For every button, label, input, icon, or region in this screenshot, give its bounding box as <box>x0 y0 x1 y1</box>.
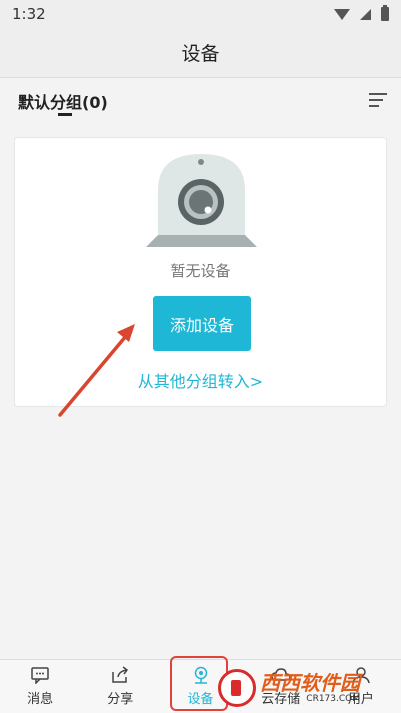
page-title: 设备 <box>181 43 220 65</box>
group-bar: 默认分组(0) <box>0 78 401 123</box>
group-menu-icon[interactable] <box>369 92 387 108</box>
watermark-text: 西西软件园 CR173.COM <box>260 673 360 704</box>
empty-message: 暂无设备 <box>170 262 231 280</box>
share-icon <box>112 666 129 683</box>
annotation-arrow <box>58 324 135 417</box>
page-title-bar: 设备 <box>0 28 401 78</box>
signal-icon <box>360 8 371 20</box>
tab-messages-label: 消息 <box>27 692 54 707</box>
group-tab-default[interactable]: 默认分组(0) <box>18 89 108 113</box>
camera-icon <box>146 154 257 247</box>
status-icons <box>334 5 389 21</box>
site-watermark: 西西软件园 CR173.COM <box>218 668 390 708</box>
battery-icon <box>381 5 389 21</box>
watermark-main-text: 西西软件园 <box>260 670 360 695</box>
watermark-sub-text: CR173.COM <box>306 693 360 704</box>
watermark-logo-icon <box>218 669 256 707</box>
wifi-icon <box>334 8 350 20</box>
tab-share-label: 分享 <box>107 692 134 707</box>
status-bar: 1:32 <box>0 0 401 28</box>
message-icon <box>31 667 49 684</box>
add-device-button[interactable]: 添加设备 <box>153 296 251 351</box>
tab-messages[interactable]: 消息 <box>0 660 80 713</box>
group-tab-underline <box>58 113 72 116</box>
tab-share[interactable]: 分享 <box>80 660 160 713</box>
status-time: 1:32 <box>12 5 46 23</box>
